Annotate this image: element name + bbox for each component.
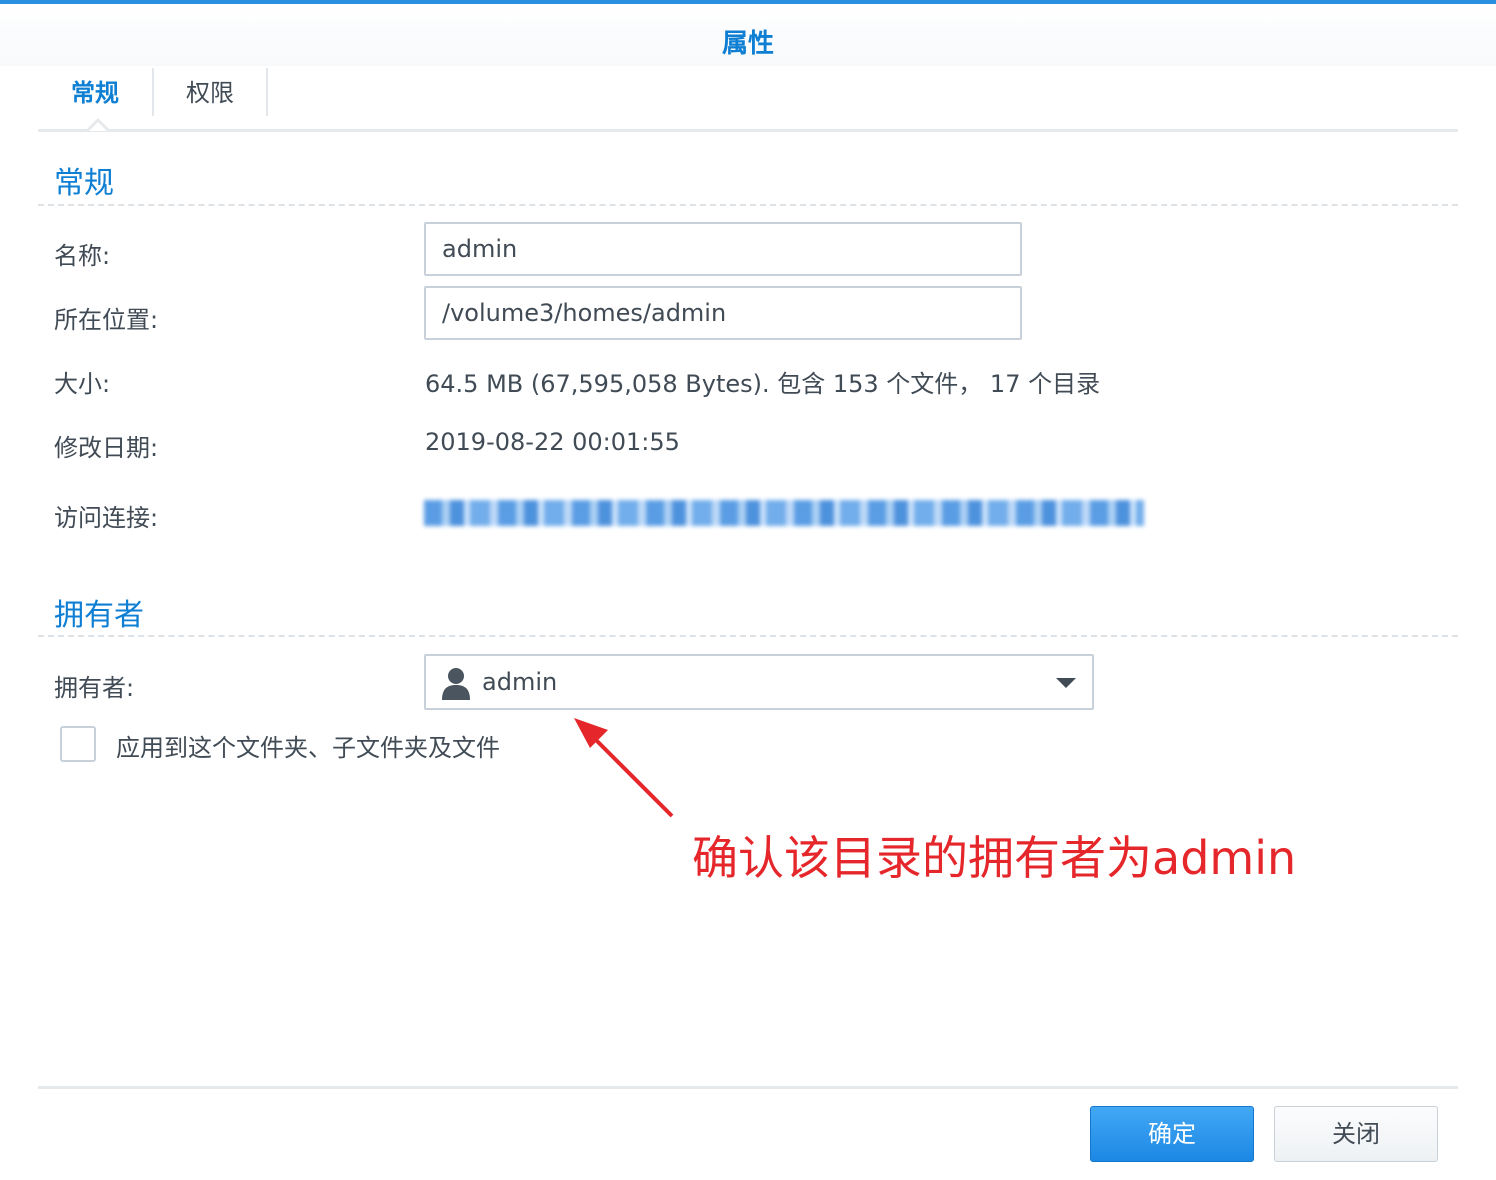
tab-divider xyxy=(266,68,268,116)
ok-button[interactable]: 确定 xyxy=(1090,1106,1254,1162)
size-label: 大小: xyxy=(54,370,111,398)
window-title: 属性 xyxy=(721,29,774,59)
owner-select-value: admin xyxy=(482,668,558,696)
section-title-general: 常规 xyxy=(54,166,114,201)
access-link-label: 访问连接: xyxy=(54,504,159,532)
section-divider xyxy=(38,204,1458,206)
title-bar: 属性 xyxy=(0,4,1496,66)
size-value: 64.5 MB (67,595,058 Bytes). 包含 153 个文件， … xyxy=(425,370,1101,398)
section-divider xyxy=(38,635,1458,637)
footer-divider xyxy=(38,1086,1458,1089)
tab-permissions[interactable]: 权限 xyxy=(154,68,266,118)
section-title-owner: 拥有者 xyxy=(54,598,144,633)
active-tab-pointer-inner xyxy=(89,122,107,131)
name-label: 名称: xyxy=(54,242,111,270)
chevron-down-icon[interactable] xyxy=(1056,678,1076,688)
user-icon xyxy=(442,668,470,700)
owner-label: 拥有者: xyxy=(54,674,135,702)
name-field[interactable]: admin xyxy=(424,222,1022,276)
modified-value: 2019-08-22 00:01:55 xyxy=(425,428,680,456)
tab-general[interactable]: 常规 xyxy=(38,68,152,118)
tab-bar: 常规 权限 xyxy=(38,68,1458,132)
apply-recursive-label[interactable]: 应用到这个文件夹、子文件夹及文件 xyxy=(116,728,500,763)
annotation-arrow-icon xyxy=(574,718,674,818)
modified-label: 修改日期: xyxy=(54,434,159,462)
access-link-blurred[interactable] xyxy=(424,500,1144,526)
annotation-text: 确认该目录的拥有者为admin xyxy=(692,831,1297,885)
location-label: 所在位置: xyxy=(54,306,159,334)
tab-underline xyxy=(38,129,1458,132)
apply-recursive-checkbox[interactable] xyxy=(60,726,96,762)
close-button[interactable]: 关闭 xyxy=(1274,1106,1438,1162)
owner-select[interactable]: admin xyxy=(424,654,1094,710)
location-field[interactable]: /volume3/homes/admin xyxy=(424,286,1022,340)
